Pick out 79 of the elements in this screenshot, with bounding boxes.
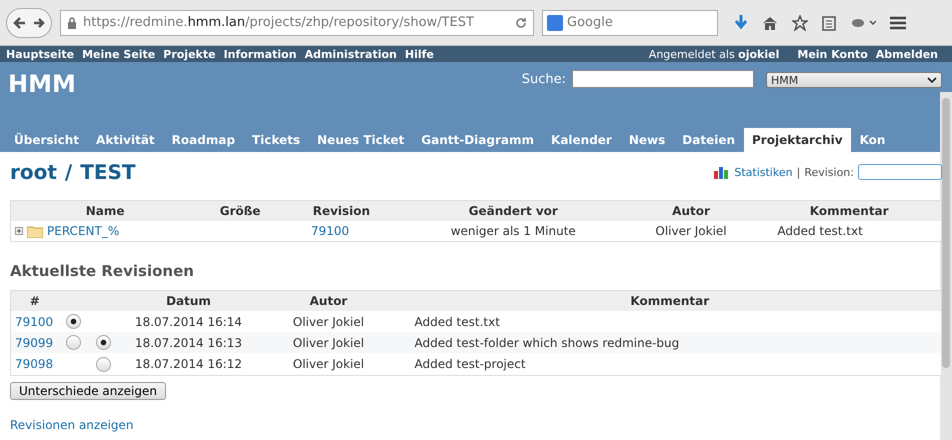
download-icon[interactable] (734, 14, 748, 30)
list-icon[interactable] (822, 14, 836, 30)
author-cell: Oliver Jokiel (258, 332, 398, 354)
top-menu-link[interactable]: Meine Seite (82, 48, 156, 60)
column-header: Revision (280, 200, 402, 221)
column-header: Kommentar (398, 290, 942, 311)
tab[interactable]: Dateien (674, 128, 744, 152)
folder-link[interactable]: PERCENT_% (47, 224, 120, 238)
revisions-link[interactable]: Revisionen anzeigen (10, 418, 134, 432)
radio-button[interactable] (96, 335, 111, 350)
tab[interactable]: Aktivität (88, 128, 163, 152)
scrollbar[interactable] (940, 92, 952, 440)
account-link[interactable]: Abmelden (876, 48, 938, 60)
breadcrumb-link[interactable]: root (10, 160, 57, 184)
revision-field[interactable] (858, 164, 942, 180)
tab[interactable]: Neues Ticket (309, 128, 412, 152)
tab[interactable]: Roadmap (164, 128, 244, 152)
tab[interactable]: Übersicht (6, 128, 88, 152)
search-label: Suche: (522, 72, 566, 87)
column-header: # (10, 290, 58, 311)
top-menu-link[interactable]: Projekte (163, 48, 216, 60)
top-menu-link[interactable]: Hilfe (404, 48, 434, 60)
comment-cell: Added test-folder which shows redmine-bug (398, 332, 942, 354)
tab[interactable]: Gantt-Diagramm (413, 128, 542, 152)
back-forward-buttons[interactable] (6, 8, 52, 38)
address-bar[interactable]: https://redmine.hmm.lan/projects/zhp/repository/show/TEST (60, 10, 534, 36)
tab[interactable]: Tickets (244, 128, 308, 152)
revision-link[interactable]: 79098 (15, 357, 54, 372)
diff-button[interactable]: Unterschiede anzeigen (10, 382, 166, 400)
home-icon[interactable] (762, 16, 778, 30)
top-menu-link[interactable]: Administration (304, 48, 397, 60)
logged-in-text: Angemeldet als ojokiel (648, 48, 780, 60)
project-title: HMM (8, 70, 76, 98)
column-header: Kommentar (757, 200, 942, 221)
breadcrumb-separator: / (64, 160, 72, 184)
breadcrumb-link[interactable]: TEST (80, 160, 136, 184)
url-text: https://redmine.hmm.lan/projects/zhp/repository/show/TEST (83, 15, 474, 30)
top-menu-link[interactable]: Hauptseite (6, 48, 74, 60)
chevron-icon (927, 77, 937, 83)
account-link[interactable]: Mein Konto (797, 48, 868, 60)
radio-button[interactable] (96, 356, 111, 372)
search-engine-icon (547, 14, 563, 30)
comment-cell: Added test.txt (398, 311, 942, 332)
search-field[interactable] (572, 70, 754, 88)
age-cell: weniger als 1 Minute (402, 221, 625, 242)
column-header: Geändert vor (402, 200, 625, 221)
reload-icon[interactable] (515, 16, 527, 28)
revision-link[interactable]: 79100 (310, 224, 350, 238)
star-icon[interactable] (792, 14, 808, 30)
tab[interactable]: Kon (852, 128, 894, 152)
tab[interactable]: Projektarchiv (744, 128, 851, 152)
menu-icon[interactable] (890, 16, 906, 30)
author-cell: Oliver Jokiel (258, 311, 398, 332)
column-header: Name (10, 200, 200, 221)
statistics-link[interactable]: Statistiken (734, 166, 793, 178)
radio-button[interactable] (66, 335, 81, 350)
section-heading: Aktuellste Revisionen (10, 262, 195, 280)
comment-cell: Added test.txt (757, 221, 942, 242)
folder-icon (27, 224, 43, 238)
revision-link[interactable]: 79100 (15, 314, 54, 329)
comment-cell: Added test-project (398, 353, 942, 376)
revision-label: Revision: (804, 166, 854, 178)
top-menu-link[interactable]: Information (224, 48, 297, 60)
tab[interactable]: Kalender (543, 128, 620, 152)
column-header: Autor (258, 290, 398, 311)
expand-icon[interactable] (15, 227, 23, 235)
project-select[interactable]: HMM (766, 72, 942, 88)
column-header: Größe (199, 200, 281, 221)
date-cell: 18.07.2014 16:13 (118, 332, 258, 354)
tab[interactable]: News (620, 128, 674, 152)
column-header: Autor (624, 200, 758, 221)
bar-chart-icon (714, 165, 730, 179)
browser-search-field[interactable]: Google (542, 10, 718, 36)
column-header: Datum (118, 290, 258, 311)
author-cell: Oliver Jokiel (624, 221, 758, 242)
date-cell: 18.07.2014 16:14 (118, 311, 258, 332)
separator-text: | (796, 166, 800, 178)
radio-button[interactable] (66, 314, 81, 330)
lock-icon (67, 16, 77, 28)
